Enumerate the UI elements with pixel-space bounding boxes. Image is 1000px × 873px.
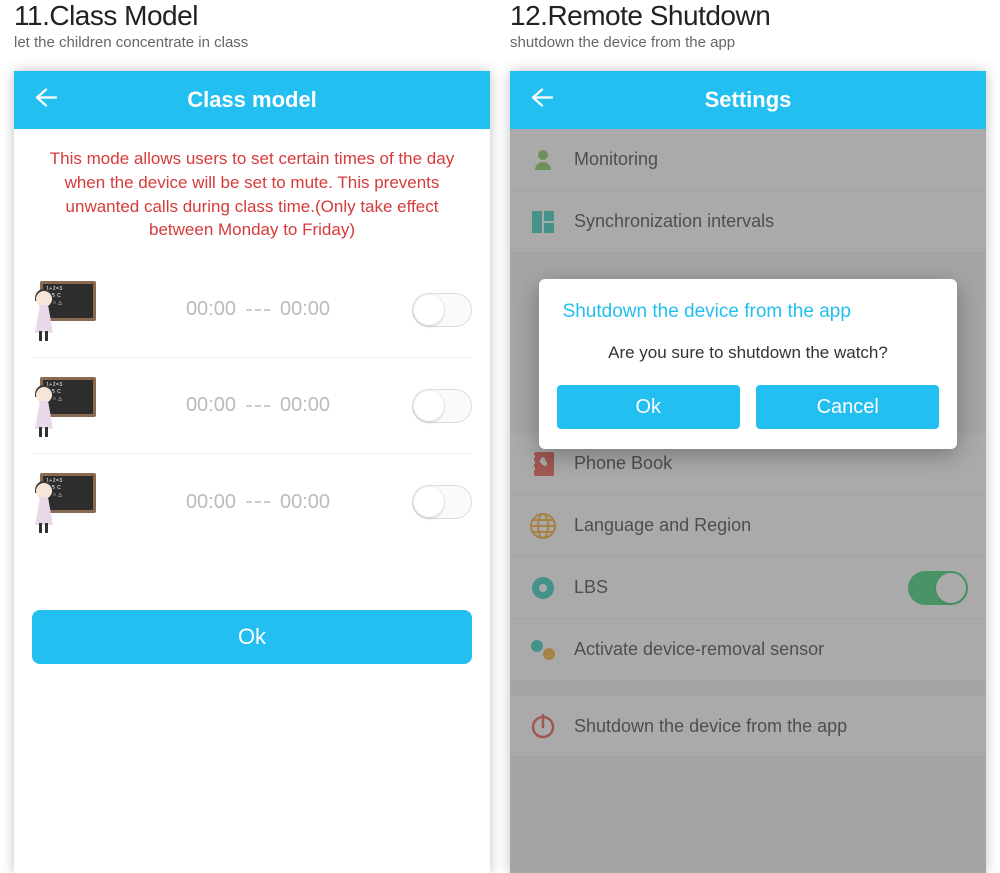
- slot-toggle[interactable]: [412, 293, 472, 327]
- phone-right: Settings Monitoring Synchronization inte…: [510, 71, 986, 873]
- section-number: 12.: [510, 0, 547, 31]
- section-title: 12.Remote Shutdown: [510, 0, 986, 32]
- back-icon[interactable]: [34, 88, 58, 113]
- end-time: 00:00: [280, 298, 330, 321]
- slot-toggle[interactable]: [412, 485, 472, 519]
- time-range[interactable]: 00:00 00:00: [118, 298, 398, 321]
- phone-left: Class model This mode allows users to se…: [14, 71, 490, 873]
- time-slots: 1+2=3A B C★ ○ △ 00:00 00:00 1+2=3A B C★ …: [14, 252, 490, 550]
- dialog-cancel-button[interactable]: Cancel: [756, 385, 939, 429]
- section-feature: Remote Shutdown: [547, 0, 770, 31]
- settings-body: Monitoring Synchronization intervals Pho…: [510, 129, 986, 873]
- section-title: 11.Class Model: [14, 0, 490, 32]
- end-time: 00:00: [280, 491, 330, 514]
- time-slot: 1+2=3A B C★ ○ △ 00:00 00:00: [32, 358, 472, 454]
- back-icon[interactable]: [530, 88, 554, 113]
- time-range[interactable]: 00:00 00:00: [118, 394, 398, 417]
- dialog-buttons: Ok Cancel: [557, 385, 940, 429]
- time-slot: 1+2=3A B C★ ○ △ 00:00 00:00: [32, 454, 472, 550]
- panel-header: 11.Class Model let the children concentr…: [14, 0, 490, 59]
- time-slot: 1+2=3A B C★ ○ △ 00:00 00:00: [32, 262, 472, 358]
- shutdown-dialog: Shutdown the device from the app Are you…: [539, 279, 958, 449]
- panel-header: 12.Remote Shutdown shutdown the device f…: [510, 0, 986, 59]
- mode-description: This mode allows users to set certain ti…: [14, 129, 490, 252]
- panel-class-model: 11.Class Model let the children concentr…: [14, 0, 490, 873]
- end-time: 00:00: [280, 394, 330, 417]
- dialog-message: Are you sure to shutdown the watch?: [557, 343, 940, 363]
- time-range[interactable]: 00:00 00:00: [118, 491, 398, 514]
- modal-overlay[interactable]: Shutdown the device from the app Are you…: [510, 129, 986, 873]
- start-time: 00:00: [186, 491, 236, 514]
- range-separator: [246, 309, 270, 311]
- app-title: Settings: [705, 87, 792, 113]
- panel-remote-shutdown: 12.Remote Shutdown shutdown the device f…: [510, 0, 986, 873]
- start-time: 00:00: [186, 298, 236, 321]
- app-header: Settings: [510, 71, 986, 129]
- teacher-icon: 1+2=3A B C★ ○ △: [32, 375, 104, 437]
- section-feature: Class Model: [49, 0, 198, 31]
- range-separator: [246, 501, 270, 503]
- slot-toggle[interactable]: [412, 389, 472, 423]
- app-title: Class model: [187, 87, 317, 113]
- teacher-icon: 1+2=3A B C★ ○ △: [32, 471, 104, 533]
- teacher-icon: 1+2=3A B C★ ○ △: [32, 279, 104, 341]
- app-header: Class model: [14, 71, 490, 129]
- ok-button[interactable]: Ok: [32, 610, 472, 664]
- range-separator: [246, 405, 270, 407]
- section-number: 11.: [14, 0, 49, 31]
- section-subtitle: shutdown the device from the app: [510, 34, 986, 51]
- dialog-ok-button[interactable]: Ok: [557, 385, 740, 429]
- dialog-title: Shutdown the device from the app: [557, 301, 940, 323]
- section-subtitle: let the children concentrate in class: [14, 34, 490, 51]
- start-time: 00:00: [186, 394, 236, 417]
